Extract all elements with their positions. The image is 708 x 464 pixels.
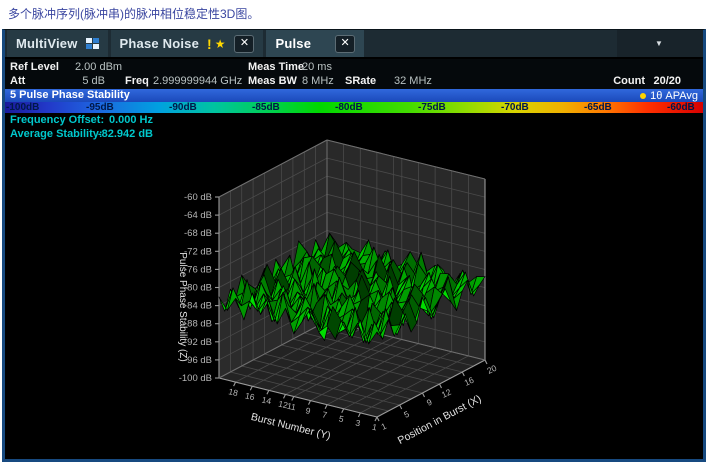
- frequency-offset-label: Frequency Offset:: [10, 114, 104, 126]
- tab-multiview[interactable]: MultiView: [7, 30, 108, 57]
- tab-multiview-label: MultiView: [16, 36, 78, 51]
- close-tab-icon[interactable]: ✕: [335, 35, 355, 53]
- color-scale-tick: -95dB: [86, 102, 114, 113]
- color-scale-tick: -90dB: [169, 102, 197, 113]
- color-scale-tick: -60dB: [667, 102, 695, 113]
- tab-phase-noise[interactable]: Phase Noise ! ★ ✕: [111, 30, 264, 57]
- trace-dot-icon: [640, 93, 646, 99]
- count-value: 20/20: [653, 75, 681, 87]
- average-stability-value: -82.942 dB: [93, 128, 153, 140]
- meas-bw-value: 8 MHz: [302, 75, 334, 87]
- warning-icon: !: [207, 36, 212, 52]
- srate-label: SRate: [345, 75, 376, 87]
- multiview-grid-icon: [86, 38, 99, 49]
- meas-bw-label: Meas BW: [248, 75, 297, 87]
- att-label: Att: [10, 75, 25, 87]
- color-scale-tick: -65dB: [584, 102, 612, 113]
- color-scale-tick: -70dB: [501, 102, 529, 113]
- tab-phase-noise-label: Phase Noise: [120, 36, 200, 51]
- analyzer-window: MultiView Phase Noise ! ★ ✕ Pulse ✕ ▼ Re…: [2, 29, 706, 462]
- srate-value: 32 MHz: [394, 75, 432, 87]
- att-value: 5 dB: [63, 75, 105, 87]
- result-window-titlebar[interactable]: 5 Pulse Phase Stability 1θ APAvg: [5, 89, 703, 102]
- tab-pulse[interactable]: Pulse ✕: [266, 30, 364, 57]
- tabbar-right-cap: ▼: [617, 30, 703, 57]
- tab-bar: MultiView Phase Noise ! ★ ✕ Pulse ✕ ▼: [5, 30, 703, 59]
- meas-time-label: Meas Time: [248, 61, 304, 73]
- plot-area: Frequency Offset: 0.000 Hz Average Stabi…: [5, 113, 703, 459]
- ref-level-label: Ref Level: [10, 61, 59, 73]
- color-scale-tick: -100dB: [6, 102, 39, 113]
- result-window-title: 5 Pulse Phase Stability: [10, 89, 130, 102]
- color-scale-tick: -80dB: [335, 102, 363, 113]
- tab-pulse-label: Pulse: [275, 36, 311, 51]
- freq-label: Freq: [125, 75, 149, 87]
- count-label: Count: [613, 75, 645, 87]
- freq-value: 2.999999944 GHz: [153, 75, 242, 87]
- trace-info-label: 1θ APAvg: [650, 90, 698, 102]
- color-scale: -100dB -95dB -90dB -85dB -80dB -75dB -70…: [5, 102, 703, 113]
- average-stability-label: Average Stability:: [10, 128, 103, 140]
- trace-info: 1θ APAvg: [640, 90, 698, 102]
- close-tab-icon[interactable]: ✕: [234, 35, 254, 53]
- color-scale-tick: -75dB: [418, 102, 446, 113]
- chevron-down-icon[interactable]: ▼: [655, 39, 663, 48]
- channel-bar: Ref Level 2.00 dBm Meas Time 20 ms Att 5…: [5, 59, 703, 89]
- meas-time-value: 20 ms: [302, 61, 332, 73]
- page-caption: 多个脉冲序列(脉冲串)的脉冲相位稳定性3D图。: [8, 5, 259, 22]
- frequency-offset-value: 0.000 Hz: [93, 114, 153, 126]
- ref-level-value: 2.00 dBm: [75, 61, 122, 73]
- star-icon: ★: [215, 37, 226, 51]
- color-scale-tick: -85dB: [252, 102, 280, 113]
